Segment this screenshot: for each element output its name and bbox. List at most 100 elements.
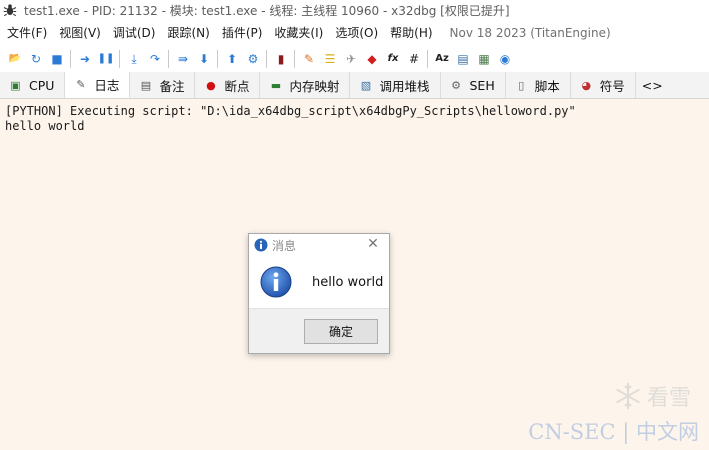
toolbar-separator	[266, 49, 267, 68]
execute-till-return-button[interactable]: ⬆	[224, 51, 240, 67]
trace-over-button[interactable]: ⬇	[196, 51, 212, 67]
tab-label: 符号	[599, 78, 625, 94]
tab-label: 调用堆栈	[379, 78, 430, 94]
pause-icon: ❚❚	[97, 52, 115, 64]
info-icon	[254, 238, 268, 252]
x32dbg-window: test1.exe - PID: 21132 - 模块: test1.exe -…	[0, 0, 709, 450]
menu-trace[interactable]: 跟踪(N)	[160, 24, 214, 41]
toolbar-separator	[294, 49, 295, 68]
execute-till-return-icon: ⬆	[226, 51, 238, 66]
title-bar[interactable]: test1.exe - PID: 21132 - 模块: test1.exe -…	[0, 0, 709, 20]
message-dialog: 消息 ✕ hello world 确定	[248, 233, 390, 354]
tab-notes[interactable]: ▤ 备注	[130, 72, 196, 98]
dialog-footer: 确定	[249, 308, 389, 353]
tab-memory-map[interactable]: ▬ 内存映射	[260, 72, 351, 98]
watermark-site: CN-SEC | 中文网	[528, 420, 699, 444]
strings-icon: Az	[435, 52, 449, 64]
menu-debug[interactable]: 调试(D)	[106, 24, 161, 41]
menu-view[interactable]: 视图(V)	[52, 24, 106, 41]
ok-button[interactable]: 确定	[304, 319, 378, 344]
info-icon	[260, 266, 292, 298]
tab-cpu[interactable]: ▣ CPU	[0, 72, 66, 98]
tab-seh[interactable]: ⚙ SEH	[441, 72, 506, 98]
step-into-icon: ⤓	[131, 51, 137, 66]
comments-icon: ☰	[324, 51, 336, 66]
tab-label: 日志	[94, 78, 120, 93]
toolbar: 📂 ↻ ■ ➜ ❚❚ ⤓ ↷ ⇛ ⬇ ⬆ ⚙ ▮ ✎ ☰ ✈ ◆ fx # Az ▤ ▦ ◉	[0, 45, 709, 72]
breakpoints-icon: ●	[206, 78, 216, 92]
labels-button[interactable]: ✈	[343, 51, 359, 67]
run-icon: ➜	[79, 51, 91, 66]
trace-into-button[interactable]: ⇛	[175, 51, 191, 67]
patch-button[interactable]: ✎	[301, 51, 317, 67]
log-line: [PYTHON] Executing script: "D:\ida_x64db…	[5, 104, 576, 118]
trace-into-icon: ⇛	[177, 51, 189, 66]
call-stack-icon: ▧	[360, 78, 372, 92]
menu-plugins[interactable]: 插件(P)	[215, 24, 268, 41]
bookmarks-button[interactable]: ◆	[364, 51, 380, 67]
tab-label: SEH	[469, 77, 495, 93]
open-folder-button[interactable]: 📂	[7, 51, 23, 67]
scylla-icon: ▮	[277, 51, 285, 66]
calls-button[interactable]: ▤	[455, 51, 471, 67]
tab-script[interactable]: ▯ 脚本	[506, 72, 571, 98]
snowflake-icon	[616, 383, 640, 409]
tab-call-stack[interactable]: ▧ 调用堆栈	[350, 72, 441, 98]
step-over-icon: ↷	[149, 51, 161, 66]
memory-map-icon: ▬	[270, 78, 282, 92]
toolbar-separator	[119, 49, 120, 68]
menu-file[interactable]: 文件(F)	[0, 24, 52, 41]
log-icon: ✎	[76, 78, 86, 91]
seh-icon: ⚙	[451, 78, 461, 92]
close-icon[interactable]: ✕	[366, 236, 380, 252]
functions-button[interactable]: fx	[385, 51, 401, 67]
symbols-icon: ◕	[581, 78, 592, 92]
version-label: Nov 18 2023 (TitanEngine)	[449, 25, 611, 40]
cpu-icon: ▣	[10, 78, 21, 92]
log-line: hello world	[5, 119, 85, 133]
tabs-scroll-button[interactable]: <>	[636, 72, 669, 98]
menu-help[interactable]: 帮助(H)	[383, 24, 437, 41]
step-into-button[interactable]: ⤓	[126, 51, 142, 67]
bookmarks-icon: ◆	[367, 51, 377, 66]
help-button[interactable]: ◉	[497, 51, 513, 67]
watermark-text: 看雪	[646, 386, 691, 411]
calls-icon: ▤	[457, 51, 469, 66]
comments-button[interactable]: ☰	[322, 51, 338, 67]
toolbar-separator	[427, 49, 428, 68]
open-folder-icon: 📂	[8, 52, 22, 64]
labels-icon: ✈	[345, 51, 357, 66]
dialog-title: 消息	[272, 238, 297, 253]
tab-label: 断点	[224, 78, 250, 94]
tab-label: 脚本	[534, 78, 560, 94]
menu-options[interactable]: 选项(O)	[328, 24, 383, 41]
calculator-button[interactable]: ▦	[476, 51, 492, 67]
tab-bar: ▣ CPU ✎ 日志 ▤ 备注 ● 断点 ▬ 内存映射 ▧ 调用堆栈 ⚙ SEH ▯ 脚本 ◕ 符号 <>	[0, 72, 709, 99]
tab-symbols[interactable]: ◕ 符号	[571, 72, 636, 98]
stop-icon: ■	[51, 51, 63, 66]
toolbar-separator	[168, 49, 169, 68]
patch-icon: ✎	[303, 51, 315, 66]
menu-bar: 文件(F) 视图(V) 调试(D) 跟踪(N) 插件(P) 收藏夹(I) 选项(…	[0, 20, 709, 45]
menu-favourites[interactable]: 收藏夹(I)	[267, 24, 328, 41]
run-to-user-code-button[interactable]: ⚙	[245, 51, 261, 67]
step-over-button[interactable]: ↷	[147, 51, 163, 67]
restart-button[interactable]: ↻	[28, 51, 44, 67]
dialog-body: hello world	[249, 256, 389, 308]
stop-button[interactable]: ■	[49, 51, 65, 67]
tab-log[interactable]: ✎ 日志	[65, 72, 131, 98]
watermark-logo: 看雪	[613, 380, 691, 412]
dialog-message: hello world	[312, 274, 384, 290]
notes-icon: ▤	[140, 78, 152, 92]
help-icon: ◉	[499, 51, 511, 66]
variables-button[interactable]: #	[406, 51, 422, 67]
window-title: test1.exe - PID: 21132 - 模块: test1.exe -…	[24, 3, 510, 18]
tab-breakpoints[interactable]: ● 断点	[195, 72, 261, 98]
strings-button[interactable]: Az	[434, 51, 450, 67]
toolbar-separator	[217, 49, 218, 68]
run-button[interactable]: ➜	[77, 51, 93, 67]
pause-button[interactable]: ❚❚	[97, 51, 115, 67]
scylla-button[interactable]: ▮	[273, 51, 289, 67]
tab-label: CPU	[29, 77, 55, 93]
trace-over-icon: ⬇	[198, 51, 210, 66]
